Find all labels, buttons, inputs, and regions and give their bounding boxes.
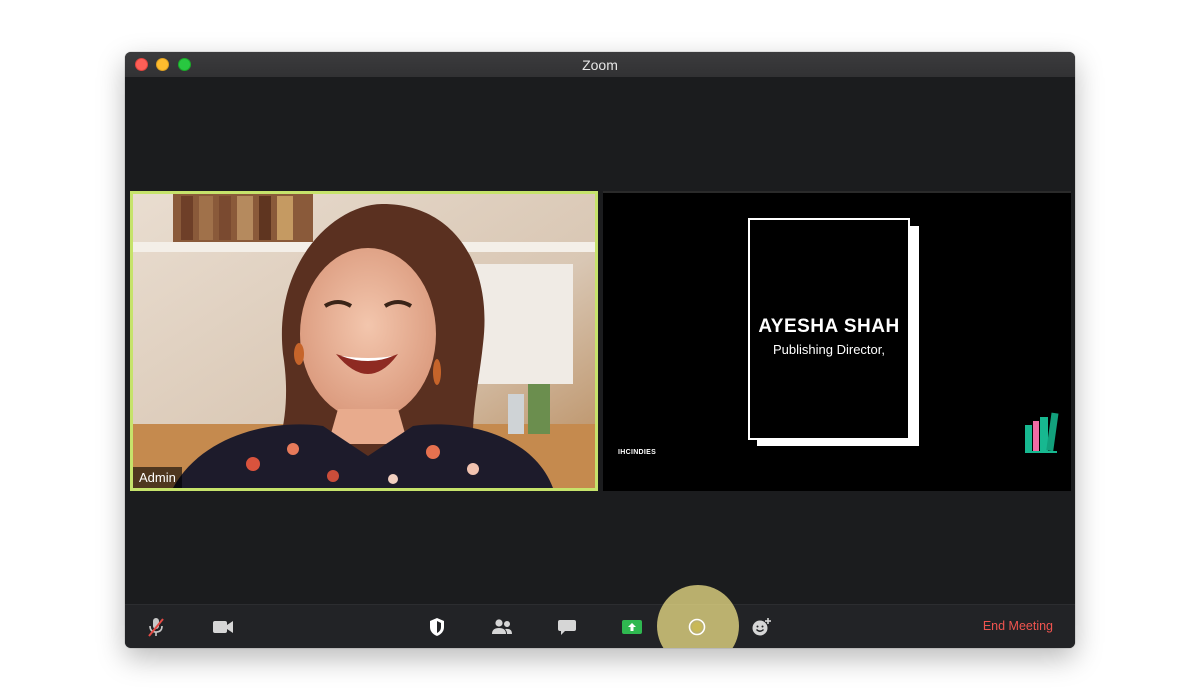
- participant-video-feed: [133, 194, 595, 488]
- title-bar: Zoom: [125, 52, 1075, 78]
- security-button[interactable]: [422, 613, 452, 641]
- chat-bubble-icon: [558, 620, 576, 635]
- meeting-stage: Admin AYESHA SHAH Publishing Director, I…: [125, 77, 1075, 604]
- participant-video-tile[interactable]: Admin: [130, 191, 598, 491]
- shared-screen-tile[interactable]: AYESHA SHAH Publishing Director, IHCINDI…: [603, 191, 1071, 491]
- share-screen-icon: [622, 620, 642, 634]
- record-icon: [688, 618, 706, 636]
- books-logo-icon: [1025, 412, 1059, 453]
- window-title: Zoom: [582, 57, 618, 73]
- presenter-name-card: AYESHA SHAH Publishing Director,: [748, 218, 910, 440]
- video-button[interactable]: [208, 613, 238, 641]
- shield-icon: [430, 618, 444, 636]
- zoom-window: Zoom Admin AYESHA SHAH Publishing Direct…: [125, 52, 1075, 648]
- brand-logo-text: IHCINDIES: [618, 449, 657, 456]
- video-camera-icon: [213, 621, 233, 633]
- presenter-name: AYESHA SHAH: [758, 316, 900, 337]
- meeting-toolbar: End Meeting: [125, 585, 1075, 648]
- participants-button[interactable]: [487, 613, 517, 641]
- reactions-button[interactable]: [747, 613, 777, 641]
- chat-button[interactable]: [552, 613, 582, 641]
- presenter-role: Publishing Director,: [773, 342, 885, 357]
- people-icon: [492, 619, 512, 634]
- mute-button[interactable]: [141, 613, 171, 641]
- record-button[interactable]: [682, 613, 712, 641]
- microphone-muted-icon: [148, 618, 164, 637]
- shared-screen-top-edge: [603, 191, 1071, 193]
- participant-name-label: Admin: [133, 467, 182, 488]
- emoji-add-icon: [752, 618, 771, 636]
- end-meeting-button[interactable]: End Meeting: [983, 619, 1053, 633]
- share-screen-button[interactable]: [617, 613, 647, 641]
